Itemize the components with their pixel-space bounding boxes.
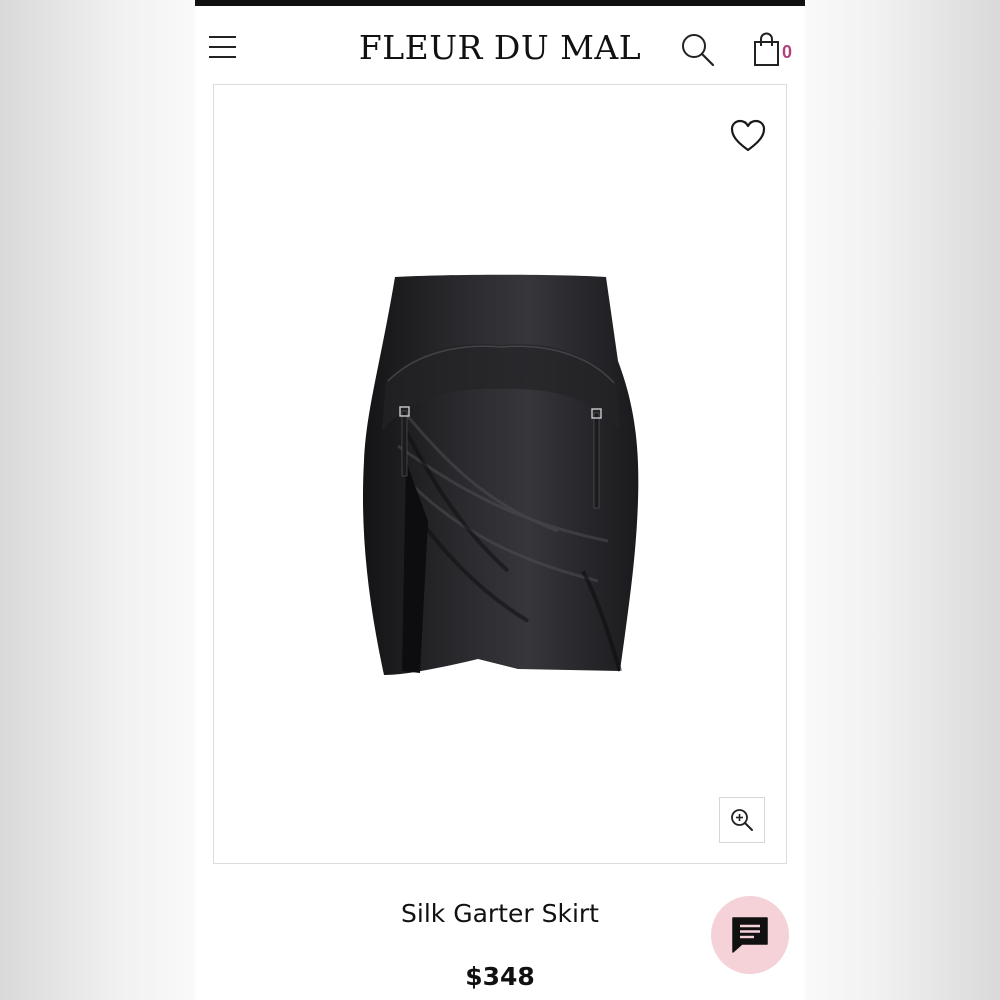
chat-bubble-icon xyxy=(732,917,768,953)
shopping-bag-icon xyxy=(754,32,779,66)
zoom-in-icon xyxy=(731,809,753,831)
cart-count-badge: 0 xyxy=(782,42,793,62)
chat-button[interactable] xyxy=(711,896,789,974)
mobile-page: FLEUR DU MAL 0 Silk Garter Skirt $348 xyxy=(195,0,805,1000)
black-silk-garter-skirt-photo[interactable] xyxy=(358,271,644,679)
brand-logo[interactable]: FLEUR DU MAL xyxy=(335,28,665,68)
product-price: $348 xyxy=(465,962,535,991)
shopping-bag-button[interactable]: 0 xyxy=(750,32,800,72)
zoom-in-button[interactable] xyxy=(719,797,765,843)
heart-outline-icon[interactable] xyxy=(729,118,767,154)
product-image-gallery xyxy=(213,84,787,864)
hamburger-menu-icon[interactable] xyxy=(207,32,239,64)
site-header: FLEUR DU MAL 0 xyxy=(195,6,805,86)
search-icon[interactable] xyxy=(680,32,716,68)
